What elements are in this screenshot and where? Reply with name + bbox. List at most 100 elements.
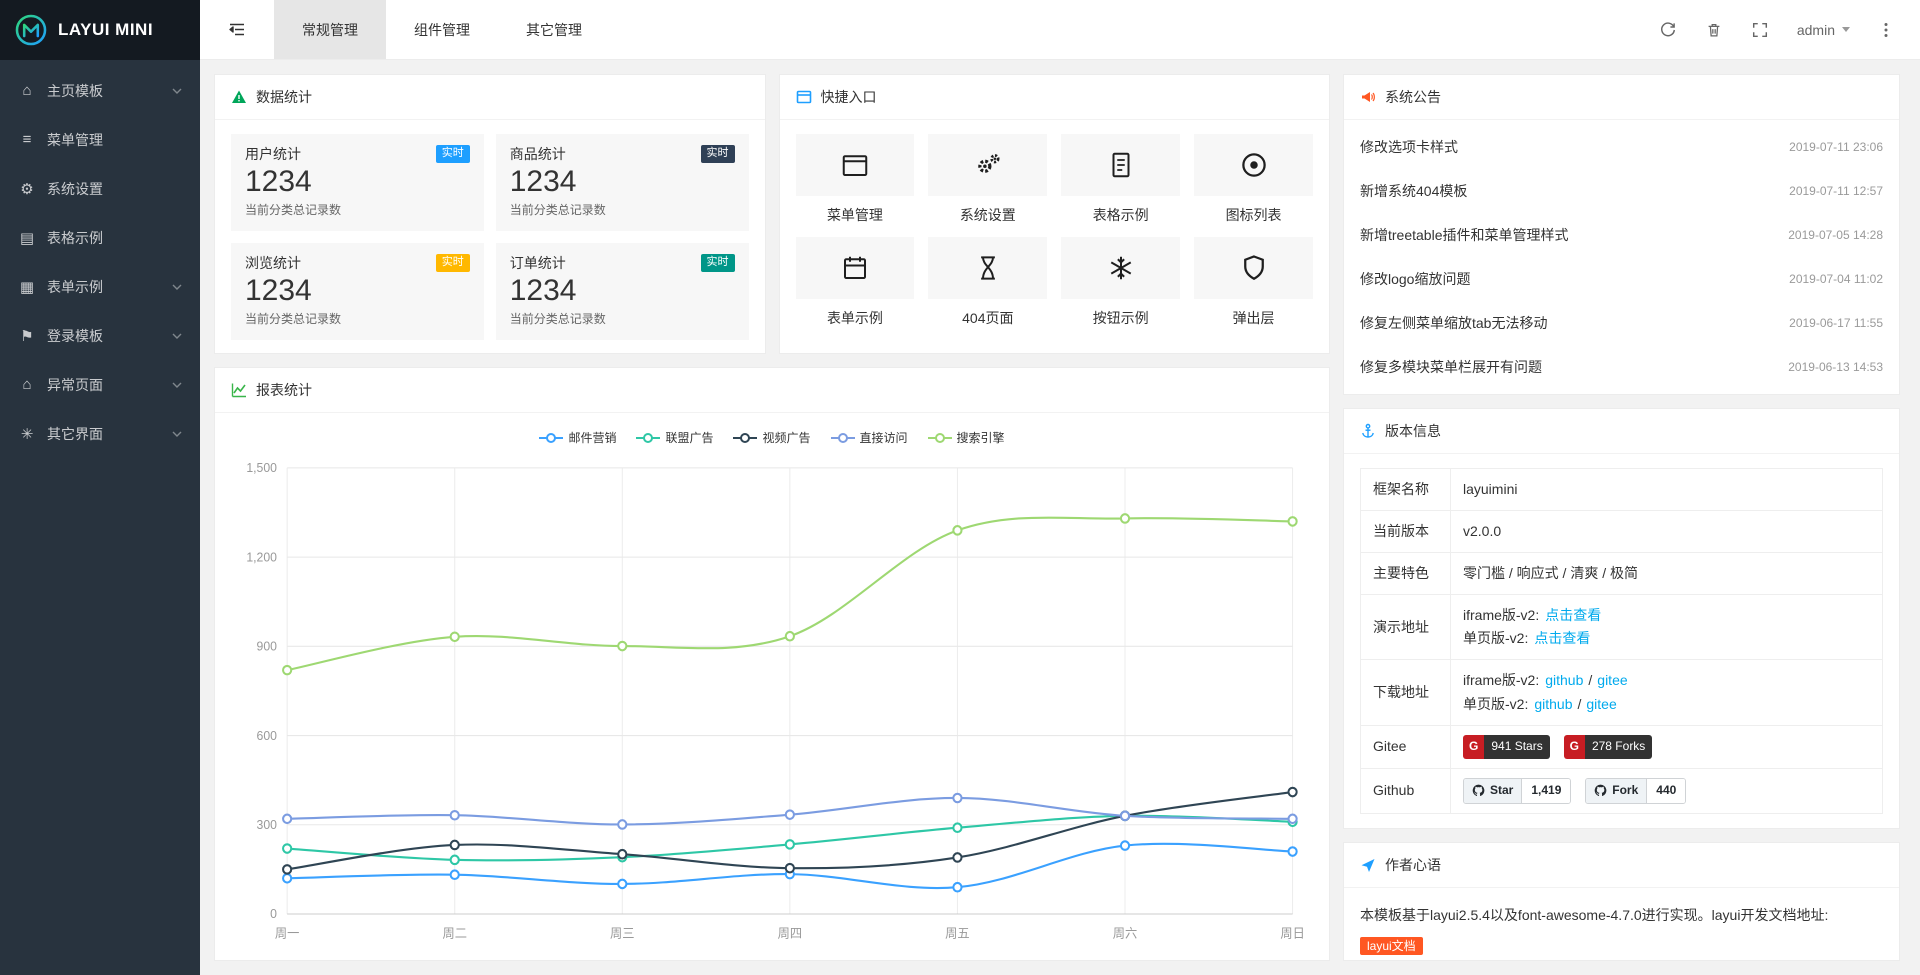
svg-text:周四: 周四 xyxy=(778,926,802,940)
gitee-stars-badge[interactable]: G941 Stars xyxy=(1463,735,1550,759)
gears-icon xyxy=(973,150,1003,180)
row-value: layuimini xyxy=(1451,469,1883,511)
sidebar-item-system-settings[interactable]: ⚙ 系统设置 xyxy=(0,164,200,213)
sidebar-item-label: 登录模板 xyxy=(47,326,161,346)
stat-card-title: 浏览统计 xyxy=(245,253,301,273)
notice-date: 2019-07-04 11:02 xyxy=(1789,272,1883,286)
download-link-gitee[interactable]: gitee xyxy=(1586,696,1616,712)
quick-link-menu-management[interactable]: 菜单管理 xyxy=(796,134,915,225)
svg-text:300: 300 xyxy=(257,818,277,832)
legend-item[interactable]: 搜索引擎 xyxy=(928,429,1005,446)
sidebar-item-form-example[interactable]: ▦ 表单示例 xyxy=(0,262,200,311)
layui-docs-badge[interactable]: layui文档 xyxy=(1360,937,1423,955)
collapse-sidebar-button[interactable] xyxy=(200,0,274,59)
stat-card-desc: 当前分类总记录数 xyxy=(510,310,735,327)
sidebar-item-label: 表格示例 xyxy=(47,228,182,248)
gear-icon: ⚙ xyxy=(18,180,36,198)
panel-title: 系统公告 xyxy=(1385,87,1441,107)
download-link-gitee[interactable]: gitee xyxy=(1597,672,1627,688)
home-icon: ⌂ xyxy=(18,82,36,99)
sidebar-item-menu-management[interactable]: ≡ 菜单管理 xyxy=(0,115,200,164)
clear-cache-icon[interactable] xyxy=(1705,21,1723,39)
quick-link-form-example[interactable]: 表单示例 xyxy=(796,237,915,328)
menu-icon: ≡ xyxy=(18,131,36,148)
demo-link-iframe[interactable]: 点击查看 xyxy=(1545,607,1601,623)
sidebar-item-error-pages[interactable]: ⌂ 异常页面 xyxy=(0,360,200,409)
legend-item[interactable]: 视频广告 xyxy=(733,429,810,446)
sidebar-item-login-template[interactable]: ⚑ 登录模板 xyxy=(0,311,200,360)
notice-date: 2019-06-13 14:53 xyxy=(1788,360,1883,374)
svg-text:周二: 周二 xyxy=(442,926,466,940)
github-icon xyxy=(1472,784,1485,797)
quick-link-404-page[interactable]: 404页面 xyxy=(928,237,1047,328)
github-star-badge[interactable]: Star1,419 xyxy=(1463,778,1571,804)
report-panel: 报表统计 邮件营销 联盟广告 视频广告 直接访问 搜索引擎 周一周二周三周四周五… xyxy=(214,367,1330,961)
gitee-forks-badge[interactable]: G278 Forks xyxy=(1564,735,1653,759)
svg-text:周六: 周六 xyxy=(1113,926,1137,940)
row-label: 演示地址 xyxy=(1361,595,1451,660)
svg-text:周日: 周日 xyxy=(1280,926,1304,940)
hourglass-icon xyxy=(973,253,1003,283)
warning-triangle-icon xyxy=(231,89,247,105)
stat-card-users: 用户统计 实时 1234 当前分类总记录数 xyxy=(231,134,484,231)
tab-label: 其它管理 xyxy=(526,20,582,40)
tab-other-management[interactable]: 其它管理 xyxy=(498,0,610,59)
logo[interactable]: LAYUI MINI xyxy=(0,0,200,60)
tab-label: 常规管理 xyxy=(302,20,358,40)
legend-marker-icon xyxy=(636,432,660,444)
download-link-github[interactable]: github xyxy=(1534,696,1572,712)
notice-item[interactable]: 修改logo缩放问题2019-07-04 11:02 xyxy=(1360,257,1883,301)
sidebar-menu: ⌂ 主页模板 ≡ 菜单管理 ⚙ 系统设置 ▤ 表格示例 ▦ 表单示例 xyxy=(0,60,200,458)
stat-card-title: 用户统计 xyxy=(245,144,301,164)
github-fork-badge[interactable]: Fork440 xyxy=(1585,778,1686,804)
row-label: 下载地址 xyxy=(1361,660,1451,725)
chevron-down-icon xyxy=(172,333,182,339)
gitee-icon: G xyxy=(1564,735,1585,759)
svg-text:1,500: 1,500 xyxy=(246,461,277,475)
user-name: admin xyxy=(1797,22,1835,38)
more-options-icon[interactable] xyxy=(1878,21,1894,39)
stat-card-orders: 订单统计 实时 1234 当前分类总记录数 xyxy=(496,243,749,340)
quick-link-button-example[interactable]: 按钮示例 xyxy=(1061,237,1180,328)
legend-item[interactable]: 联盟广告 xyxy=(636,429,713,446)
notice-item[interactable]: 修改选项卡样式2019-07-11 23:06 xyxy=(1360,125,1883,169)
notice-item[interactable]: 新增treetable插件和菜单管理样式2019-07-05 14:28 xyxy=(1360,213,1883,257)
row-value: v2.0.0 xyxy=(1451,511,1883,553)
notice-date: 2019-07-11 23:06 xyxy=(1789,140,1883,154)
tab-component-management[interactable]: 组件管理 xyxy=(386,0,498,59)
status-badge: 实时 xyxy=(701,254,735,271)
notice-item[interactable]: 修复多模块菜单栏展开有问题2019-06-13 14:53 xyxy=(1360,345,1883,389)
logo-text: LAYUI MINI xyxy=(58,20,153,40)
svg-text:0: 0 xyxy=(270,907,277,921)
notice-item[interactable]: 新增系统404模板2019-07-11 12:57 xyxy=(1360,169,1883,213)
row-value: 零门槛 / 响应式 / 清爽 / 极简 xyxy=(1451,553,1883,595)
sidebar-item-table-example[interactable]: ▤ 表格示例 xyxy=(0,213,200,262)
quick-link-icon-list[interactable]: 图标列表 xyxy=(1194,134,1313,225)
quick-link-table-example[interactable]: 表格示例 xyxy=(1061,134,1180,225)
row-label: Gitee xyxy=(1361,725,1451,768)
download-link-github[interactable]: github xyxy=(1545,672,1583,688)
sidebar-item-home-template[interactable]: ⌂ 主页模板 xyxy=(0,66,200,115)
quick-link-popup-layer[interactable]: 弹出层 xyxy=(1194,237,1313,328)
sidebar-item-other-pages[interactable]: ✳ 其它界面 xyxy=(0,409,200,458)
table-row: 框架名称 layuimini xyxy=(1361,469,1883,511)
sidebar-item-label: 主页模板 xyxy=(47,81,161,101)
quick-link-system-settings[interactable]: 系统设置 xyxy=(928,134,1047,225)
main-area: 常规管理 组件管理 其它管理 admin xyxy=(200,0,1920,975)
demo-link-spa[interactable]: 点击查看 xyxy=(1534,630,1590,646)
refresh-icon[interactable] xyxy=(1659,21,1677,39)
status-badge: 实时 xyxy=(436,145,470,162)
table-row: 主要特色 零门槛 / 响应式 / 清爽 / 极简 xyxy=(1361,553,1883,595)
legend-item[interactable]: 邮件营销 xyxy=(539,429,616,446)
legend-item[interactable]: 直接访问 xyxy=(831,429,908,446)
topbar: 常规管理 组件管理 其它管理 admin xyxy=(200,0,1920,60)
user-menu[interactable]: admin xyxy=(1797,22,1850,38)
tab-general-management[interactable]: 常规管理 xyxy=(274,0,386,59)
table-row: 演示地址 iframe版-v2:点击查看 单页版-v2:点击查看 xyxy=(1361,595,1883,660)
sidebar-item-label: 系统设置 xyxy=(47,179,182,199)
notice-item[interactable]: 修复左侧菜单缩放tab无法移动2019-06-17 11:55 xyxy=(1360,301,1883,345)
sidebar-item-label: 表单示例 xyxy=(47,277,161,297)
asterisk-icon: ✳ xyxy=(18,425,36,443)
fullscreen-icon[interactable] xyxy=(1751,21,1769,39)
chevron-down-icon xyxy=(172,88,182,94)
